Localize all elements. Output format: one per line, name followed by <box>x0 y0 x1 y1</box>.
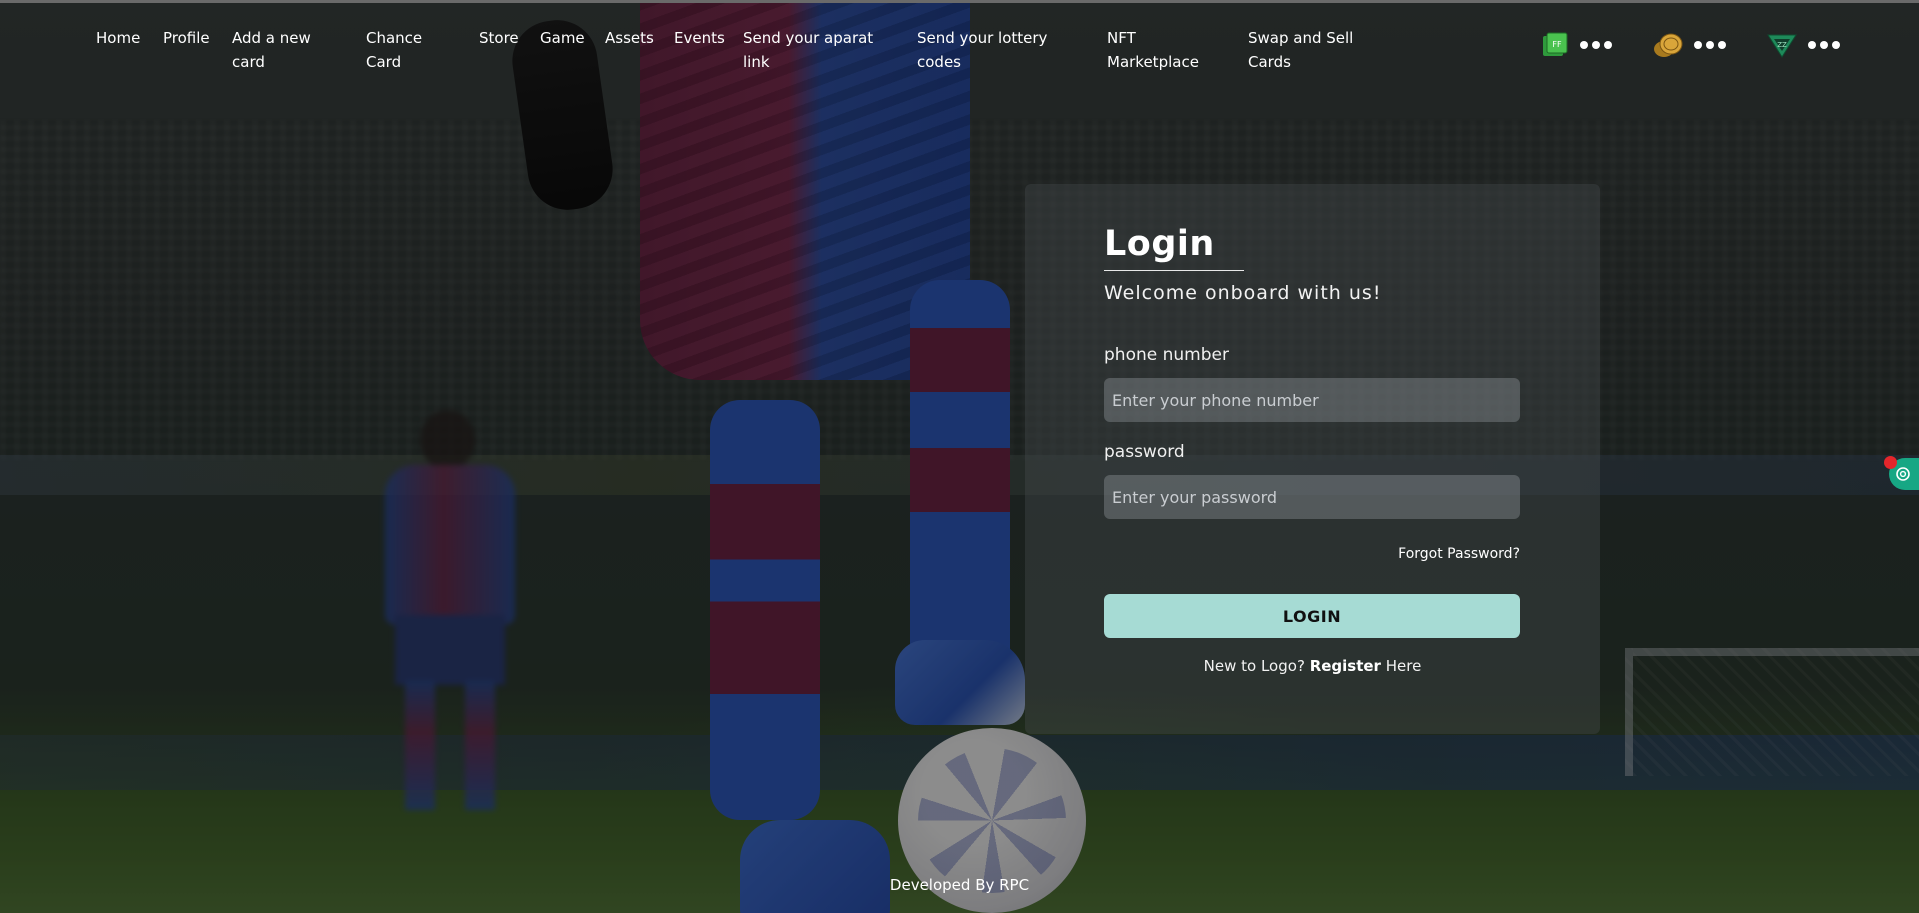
nav-lottery-codes[interactable]: Send your lottery codes <box>917 26 1069 74</box>
login-button[interactable]: LOGIN <box>1104 594 1520 638</box>
nav-store[interactable]: Store <box>479 26 540 50</box>
login-subtitle: Welcome onboard with us! <box>1104 282 1382 304</box>
nav-aparat-link[interactable]: Send your aparat link <box>743 26 883 74</box>
dark-overlay <box>0 0 1919 913</box>
nav-home[interactable]: Home <box>96 26 163 50</box>
phone-input[interactable] <box>1104 378 1520 422</box>
register-prompt: New to Logo? Register Here <box>1025 657 1600 675</box>
password-input[interactable] <box>1104 475 1520 519</box>
footer-credit: Developed By RPC <box>889 876 1030 894</box>
nav-events[interactable]: Events <box>674 26 743 50</box>
svg-text:ZZ: ZZ <box>1777 41 1787 49</box>
gold-balance[interactable] <box>1652 30 1730 60</box>
token-coin-icon: ZZ <box>1767 34 1797 58</box>
phone-label: phone number <box>1104 345 1229 365</box>
password-label: password <box>1104 442 1185 462</box>
main-nav: Home Profile Add a new card Chance Card … <box>96 26 1378 76</box>
nav-nft-marketplace[interactable]: NFT Marketplace <box>1107 26 1212 74</box>
register-link[interactable]: Register <box>1310 657 1381 675</box>
notification-dot <box>1884 456 1897 469</box>
token-balance[interactable]: ZZ <box>1766 30 1844 60</box>
currency-balances: FF ZZ <box>1540 30 1880 60</box>
register-prefix: New to Logo? <box>1203 657 1305 675</box>
top-border <box>0 0 1919 3</box>
forgot-password-link[interactable]: Forgot Password? <box>1398 546 1520 562</box>
login-title: Login <box>1104 224 1215 264</box>
login-card: Login Welcome onboard with us! phone num… <box>1025 184 1600 734</box>
svg-text:FF: FF <box>1552 40 1562 49</box>
title-underline <box>1104 270 1244 271</box>
gold-balance-value <box>1694 41 1730 49</box>
cash-coin-icon: FF <box>1543 32 1568 56</box>
nav-profile[interactable]: Profile <box>163 26 232 50</box>
gold-coin-icon <box>1654 33 1683 57</box>
nav-assets[interactable]: Assets <box>605 26 674 50</box>
token-balance-value <box>1808 41 1844 49</box>
register-suffix: Here <box>1385 657 1422 675</box>
nav-game[interactable]: Game <box>540 26 605 50</box>
nav-swap-sell[interactable]: Swap and Sell Cards <box>1248 26 1378 74</box>
page: Home Profile Add a new card Chance Card … <box>0 0 1919 913</box>
support-icon <box>1896 467 1910 481</box>
cash-balance[interactable]: FF <box>1540 30 1616 60</box>
nav-add-card[interactable]: Add a new card <box>232 26 322 74</box>
nav-chance-card[interactable]: Chance Card <box>366 26 438 74</box>
cash-balance-value <box>1580 41 1616 49</box>
